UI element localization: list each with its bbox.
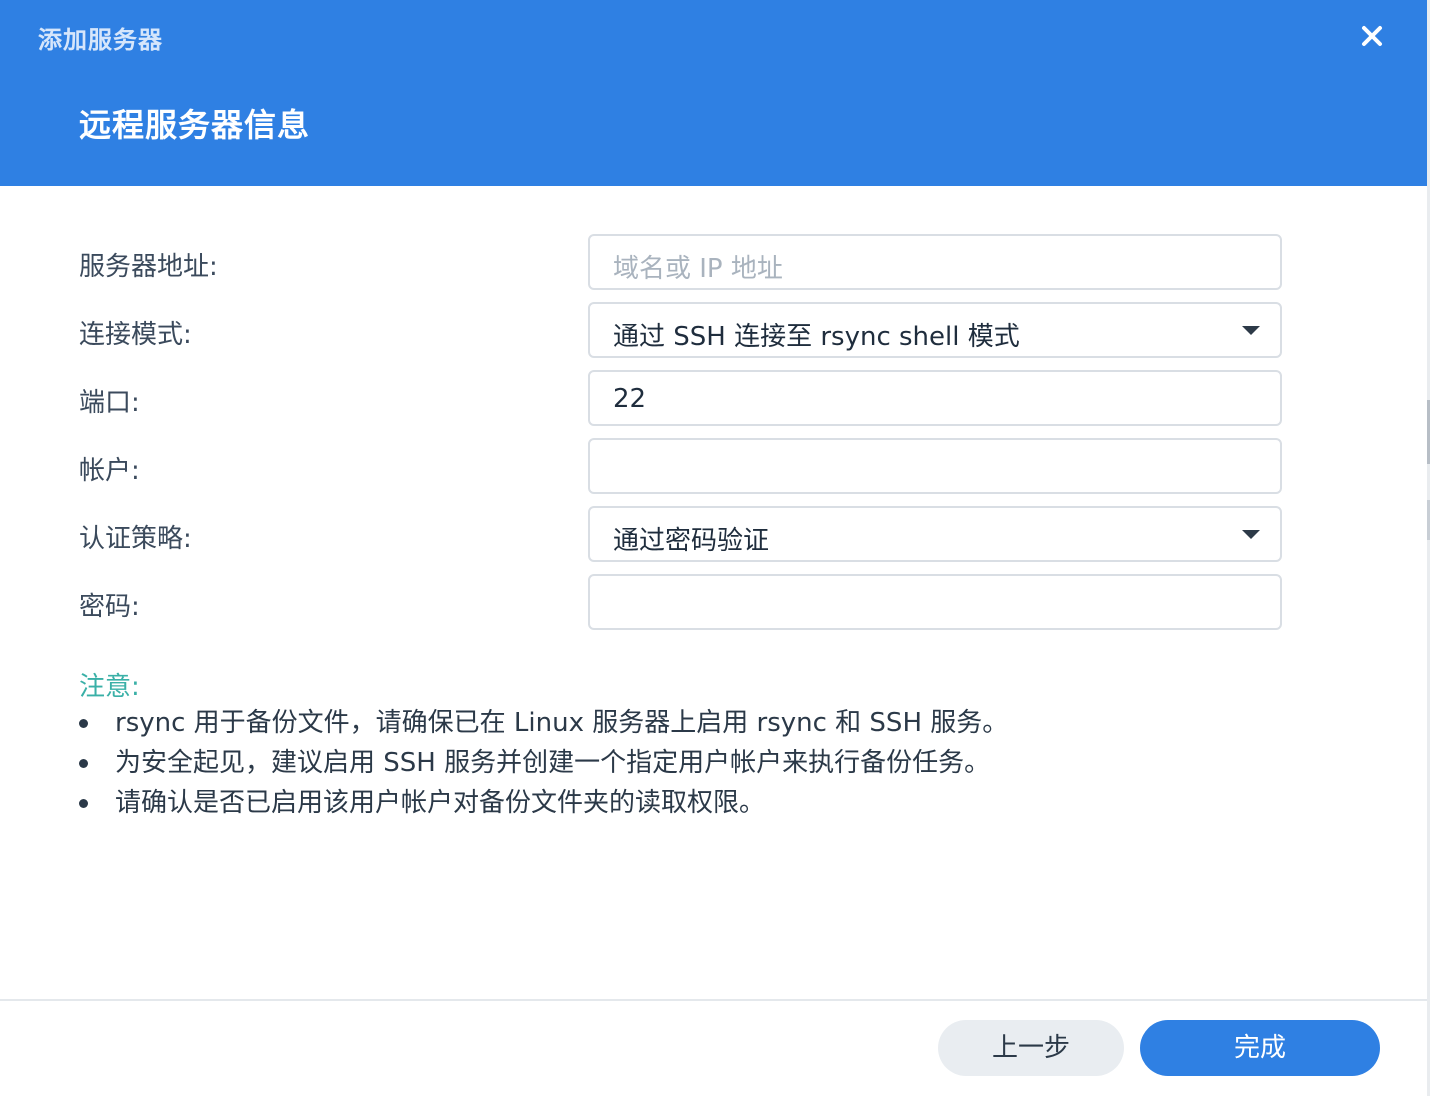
note-item: 为安全起见，建议启用 SSH 服务并创建一个指定用户帐户来执行备份任务。 [79, 745, 1008, 785]
form-row-port: 端口: 22 [0, 370, 1427, 426]
account-label: 帐户: [79, 456, 140, 486]
server-address-input[interactable]: 域名或 IP 地址 [588, 234, 1282, 290]
connection-mode-select[interactable]: 通过 SSH 连接至 rsync shell 模式 [588, 302, 1282, 358]
auth-policy-label: 认证策略: [79, 524, 192, 554]
server-address-placeholder: 域名或 IP 地址 [613, 254, 783, 284]
bullet-icon [79, 799, 88, 808]
port-value: 22 [613, 384, 647, 414]
account-input[interactable] [588, 438, 1282, 494]
notes-title: 注意: [79, 672, 140, 702]
password-label: 密码: [79, 592, 140, 622]
note-text: 为安全起见，建议启用 SSH 服务并创建一个指定用户帐户来执行备份任务。 [115, 748, 991, 778]
notes-list: rsync 用于备份文件，请确保已在 Linux 服务器上启用 rsync 和 … [79, 705, 1008, 825]
note-text: rsync 用于备份文件，请确保已在 Linux 服务器上启用 rsync 和 … [115, 708, 1009, 738]
close-button[interactable] [1352, 16, 1392, 56]
form-row-auth-policy: 认证策略: 通过密码验证 [0, 506, 1427, 562]
bullet-icon [79, 759, 88, 768]
finish-button[interactable]: 完成 [1140, 1020, 1380, 1076]
dialog-header: 添加服务器 远程服务器信息 [0, 0, 1427, 186]
footer-divider [0, 999, 1427, 1001]
form-row-server-address: 服务器地址: 域名或 IP 地址 [0, 234, 1427, 290]
note-text: 请确认是否已启用该用户帐户对备份文件夹的读取权限。 [115, 788, 766, 818]
password-input[interactable] [588, 574, 1282, 630]
chevron-down-icon [1242, 326, 1260, 335]
auth-policy-select[interactable]: 通过密码验证 [588, 506, 1282, 562]
server-address-label: 服务器地址: [79, 252, 218, 282]
auth-policy-value: 通过密码验证 [613, 526, 770, 556]
window-title: 添加服务器 [38, 26, 163, 54]
bullet-icon [79, 719, 88, 728]
back-button[interactable]: 上一步 [938, 1020, 1124, 1076]
note-item: 请确认是否已启用该用户帐户对备份文件夹的读取权限。 [79, 785, 1008, 825]
port-label: 端口: [79, 388, 140, 418]
close-icon [1362, 26, 1382, 46]
form-row-account: 帐户: [0, 438, 1427, 494]
connection-mode-label: 连接模式: [79, 320, 192, 350]
chevron-down-icon [1242, 530, 1260, 539]
form-row-password: 密码: [0, 574, 1427, 630]
connection-mode-value: 通过 SSH 连接至 rsync shell 模式 [613, 322, 1020, 352]
note-item: rsync 用于备份文件，请确保已在 Linux 服务器上启用 rsync 和 … [79, 705, 1008, 745]
section-title: 远程服务器信息 [79, 106, 311, 144]
port-input[interactable]: 22 [588, 370, 1282, 426]
form-row-connection-mode: 连接模式: 通过 SSH 连接至 rsync shell 模式 [0, 302, 1427, 358]
